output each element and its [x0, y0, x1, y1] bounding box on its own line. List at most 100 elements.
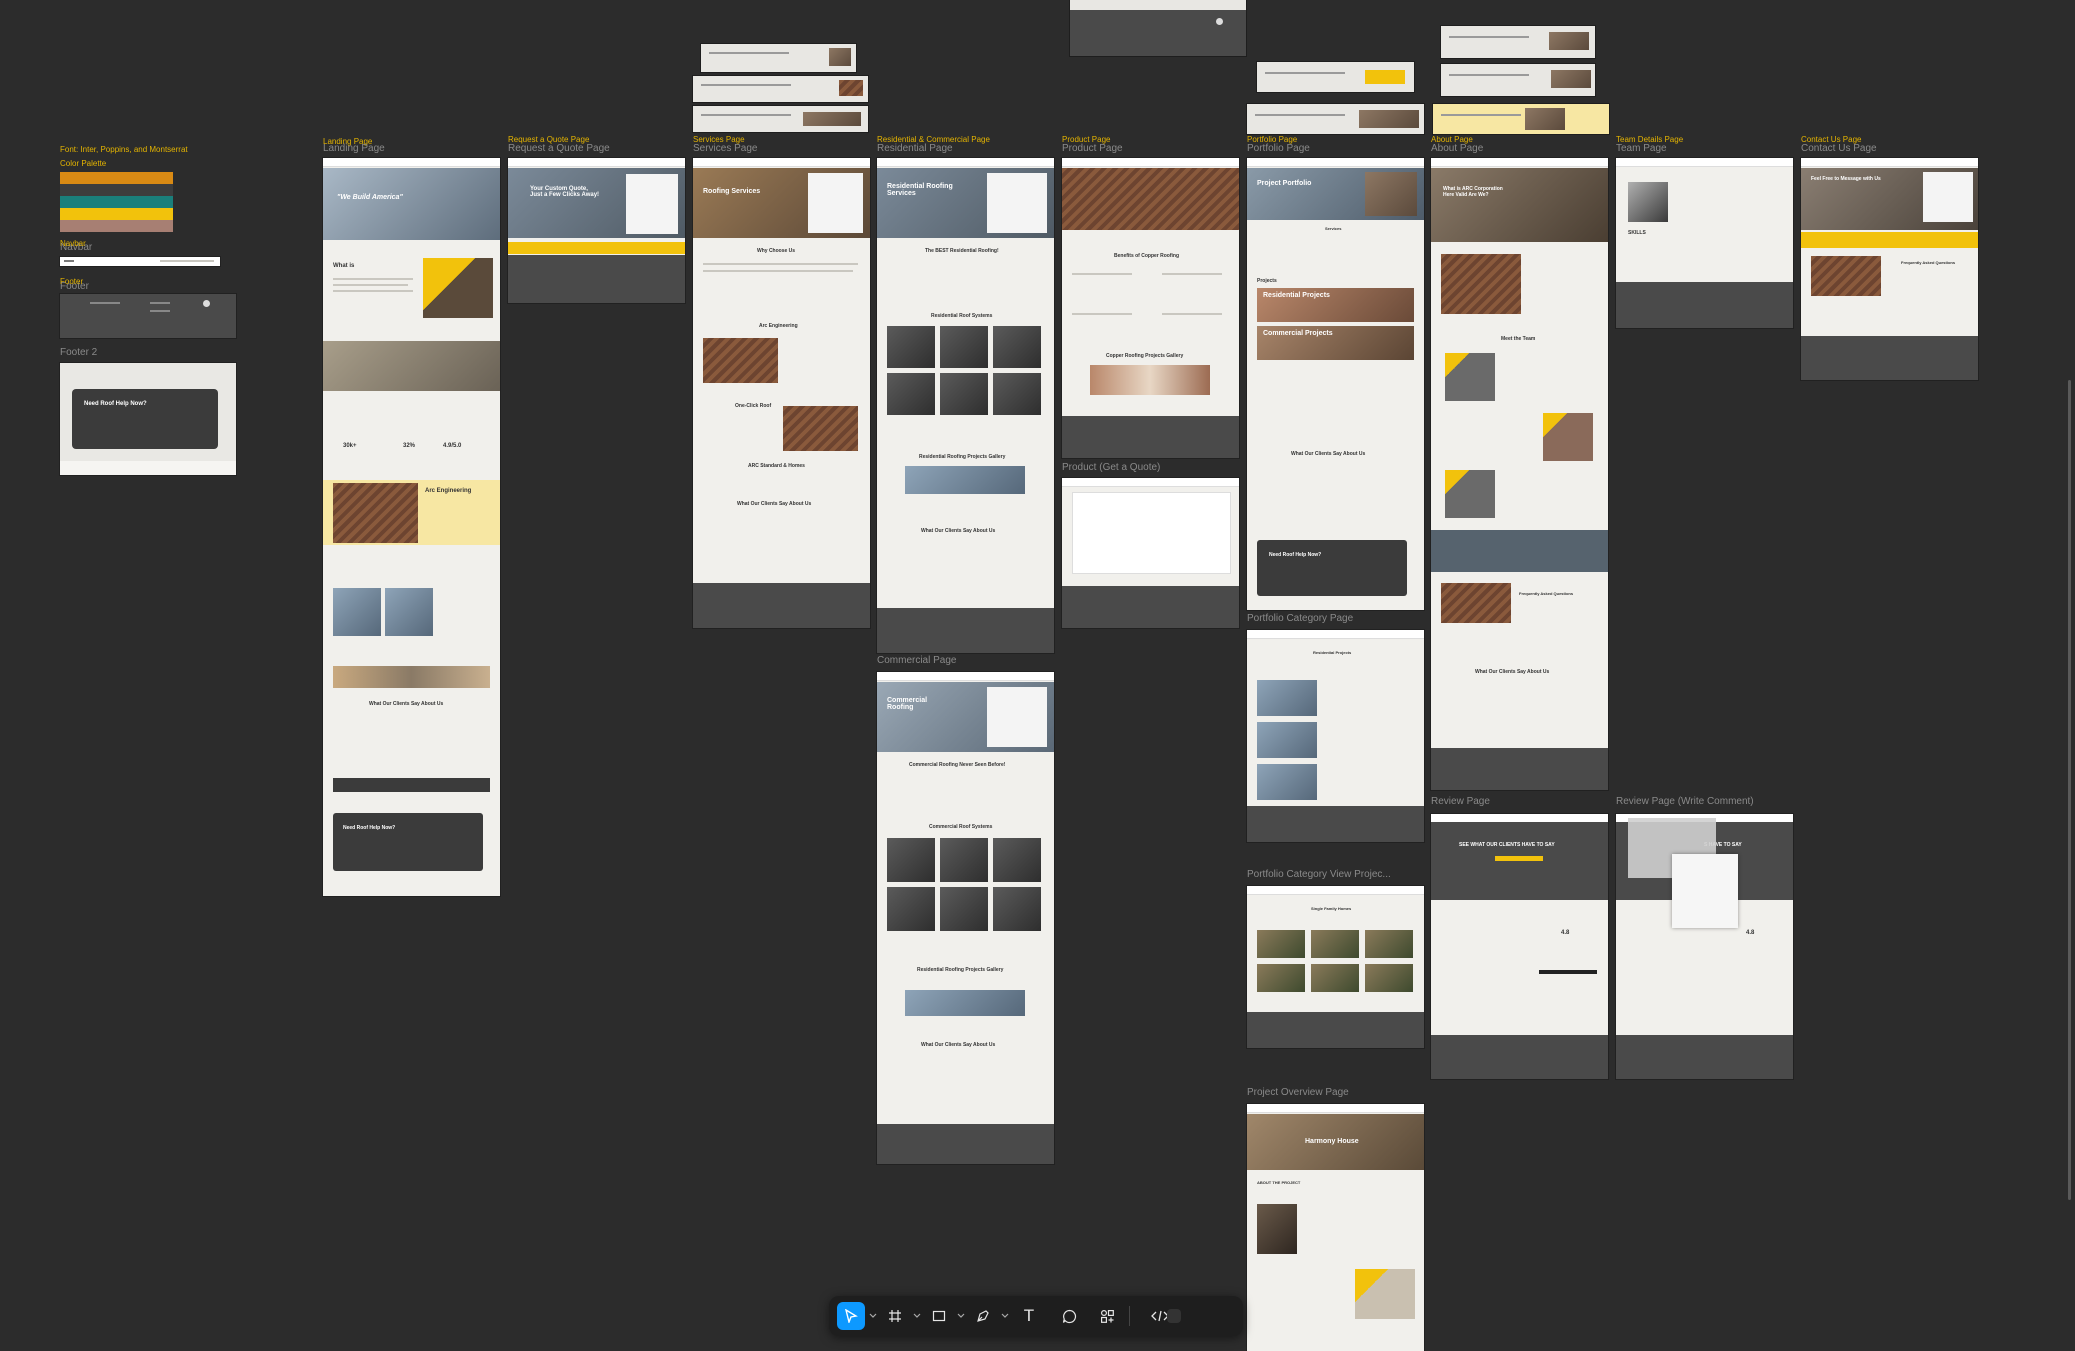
project-overview-frame-label: Project Overview Page — [1247, 1087, 1349, 1098]
write-comment-modal[interactable] — [1672, 854, 1738, 928]
project-overview-frame[interactable]: Harmony House ABOUT THE PROJECT — [1247, 1104, 1424, 1351]
chevron-down-icon[interactable] — [1001, 1312, 1009, 1320]
landing-hero-title: "We Build America" — [337, 194, 403, 201]
chevron-down-icon[interactable] — [869, 1312, 877, 1320]
design-toolbar[interactable]: T — [829, 1296, 1243, 1336]
portfolio-page-frame[interactable]: Project Portfolio Services Projects Resi… — [1247, 158, 1424, 610]
services-hero-title: Roofing Services — [703, 188, 761, 195]
services-variant-1[interactable] — [701, 44, 856, 72]
footer2-frame-label: Footer 2 — [60, 347, 98, 358]
landing-page-frame[interactable]: "We Build America" What is 30k+ 32% 4.9/… — [323, 158, 500, 896]
portfolio-residential-heading: Residential Projects — [1263, 292, 1330, 299]
review-page-frame[interactable]: SEE WHAT OUR CLIENTS HAVE TO SAY 4.8 — [1431, 814, 1608, 1079]
review-frame-label: Review Page — [1431, 796, 1490, 807]
residential-best-heading: The BEST Residential Roofing! — [925, 248, 999, 254]
contact-frame-label: Contact Us Page — [1801, 143, 1877, 154]
chevron-down-icon[interactable] — [957, 1312, 965, 1320]
about-page-frame[interactable]: What is ARC Corporation Here Valid Are W… — [1431, 158, 1608, 790]
about-clients-heading: What Our Clients Say About Us — [1475, 669, 1550, 675]
portfolio-view-frame[interactable]: Single Family Homes — [1247, 886, 1424, 1048]
design-canvas[interactable]: Font: Inter, Poppins, and Montserrat Col… — [0, 0, 2075, 1351]
residential-clients-heading: What Our Clients Say About Us — [921, 528, 996, 534]
landing-clients-heading: What Our Clients Say About Us — [369, 701, 444, 707]
project-overview-hero: Harmony House — [1305, 1138, 1359, 1145]
portfolio-variant-1[interactable] — [1257, 62, 1414, 92]
dev-mode-toggle[interactable] — [1135, 1302, 1185, 1330]
navbar-component[interactable] — [60, 257, 220, 266]
product-page-frame[interactable]: Benefits of Copper Roofing Copper Roofin… — [1062, 158, 1239, 458]
contact-faq-heading: Frequently Asked Questions — [1901, 260, 1956, 265]
review-heading: SEE WHAT OUR CLIENTS HAVE TO SAY — [1459, 842, 1555, 848]
residential-systems-heading: Residential Roof Systems — [931, 313, 993, 319]
team-frame-label: Team Page — [1616, 143, 1667, 154]
pen-tool-button[interactable] — [969, 1302, 997, 1330]
portfolio-hero-title: Project Portfolio — [1257, 180, 1312, 187]
team-page-frame[interactable]: SKILLS — [1616, 158, 1793, 328]
contact-page-frame[interactable]: Feel Free to Message with Us Frequently … — [1801, 158, 1978, 380]
components-tool-button[interactable] — [1093, 1302, 1121, 1330]
text-icon: T — [1023, 1306, 1035, 1325]
commercial-systems-heading: Commercial Roof Systems — [929, 824, 993, 830]
services-frame-label: Services Page — [693, 143, 758, 154]
landing-need-help: Need Roof Help Now? — [343, 825, 396, 831]
about-variant-2[interactable] — [1441, 64, 1595, 96]
components-grid-icon — [1100, 1309, 1114, 1323]
canvas-scrollbar[interactable] — [2068, 380, 2071, 1200]
services-variant-2[interactable] — [693, 76, 868, 102]
portfolio-frame-label: Portfolio Page — [1247, 143, 1310, 154]
commercial-never-heading: Commercial Roofing Never Seen Before! — [909, 762, 1006, 768]
palette-swatch-orange[interactable] — [60, 172, 173, 184]
portfolio-services-heading: Services — [1325, 226, 1342, 231]
services-page-frame[interactable]: Roofing Services Why Choose Us Arc Engin… — [693, 158, 870, 628]
quote-page-frame[interactable]: Your Custom Quote, Just a Few Clicks Awa… — [508, 158, 685, 303]
palette-swatch-rose[interactable] — [60, 220, 173, 232]
about-frame-label: About Page — [1431, 143, 1484, 154]
review-write-rating: 4.8 — [1746, 930, 1755, 936]
contact-hero-title: Feel Free to Message with Us — [1811, 176, 1881, 182]
project-overview-about: ABOUT THE PROJECT — [1257, 1180, 1301, 1185]
palette-swatch-teal[interactable] — [60, 196, 173, 208]
portfolio-view-frame-label: Portfolio Category View Projec... — [1247, 869, 1391, 880]
footer2-component[interactable]: Need Roof Help Now? — [60, 363, 236, 475]
comment-tool-button[interactable] — [1055, 1302, 1083, 1330]
services-variant-3[interactable] — [693, 106, 868, 132]
review-write-frame[interactable]: S HAVE TO SAY 4.8 — [1616, 814, 1793, 1079]
residential-page-frame[interactable]: Residential Roofing Services The BEST Re… — [877, 158, 1054, 653]
palette-swatch-charcoal[interactable] — [60, 184, 173, 196]
about-variant-3[interactable] — [1433, 104, 1609, 134]
about-variant-1[interactable] — [1441, 26, 1595, 58]
product-quote-frame-label: Product (Get a Quote) — [1062, 462, 1161, 473]
font-note: Font: Inter, Poppins, and Montserrat — [60, 145, 188, 154]
residential-frame-label: Residential Page — [877, 143, 953, 154]
chevron-down-icon[interactable] — [913, 1312, 921, 1320]
team-skills: SKILLS — [1628, 230, 1646, 236]
landing-stat-2: 32% — [403, 443, 416, 449]
rectangle-icon — [932, 1310, 946, 1322]
services-arc-heading: Arc Engineering — [759, 323, 798, 329]
text-tool-button[interactable]: T — [1015, 1302, 1043, 1330]
need-help-card: Need Roof Help Now? — [72, 389, 218, 449]
move-tool-button[interactable] — [837, 1302, 865, 1330]
commercial-page-frame[interactable]: Commercial Roofing Commercial Roofing Ne… — [877, 672, 1054, 1164]
portfolio-variant-2[interactable] — [1247, 104, 1424, 134]
product-benefits-heading: Benefits of Copper Roofing — [1114, 253, 1179, 259]
palette-swatch-yellow[interactable] — [60, 208, 173, 220]
residential-hero-title: Residential Roofing Services — [887, 183, 953, 197]
navbar-component-label: Navbar — [60, 239, 86, 248]
services-one-click-heading: One-Click Roof — [735, 403, 772, 409]
commercial-hero-title: Commercial Roofing — [887, 697, 928, 711]
palette-note: Color Palette — [60, 159, 107, 168]
portfolio-category-frame[interactable]: Residential Projects — [1247, 630, 1424, 842]
landing-stat-3: 4.9/5.0 — [443, 443, 462, 449]
footer-component[interactable] — [60, 294, 236, 338]
commercial-clients-heading: What Our Clients Say About Us — [921, 1042, 996, 1048]
commercial-gallery-heading: Residential Roofing Projects Gallery — [917, 967, 1004, 973]
landing-what-is: What is — [333, 263, 355, 269]
shape-tool-button[interactable] — [925, 1302, 953, 1330]
product-quote-frame[interactable] — [1062, 478, 1239, 628]
footer-component-label: Footer — [60, 277, 84, 286]
frame-tool-button[interactable] — [881, 1302, 909, 1330]
about-faq-heading: Frequently Asked Questions — [1519, 591, 1574, 596]
product-variant-footer[interactable] — [1070, 0, 1246, 56]
cursor-arrow-icon — [845, 1309, 858, 1323]
